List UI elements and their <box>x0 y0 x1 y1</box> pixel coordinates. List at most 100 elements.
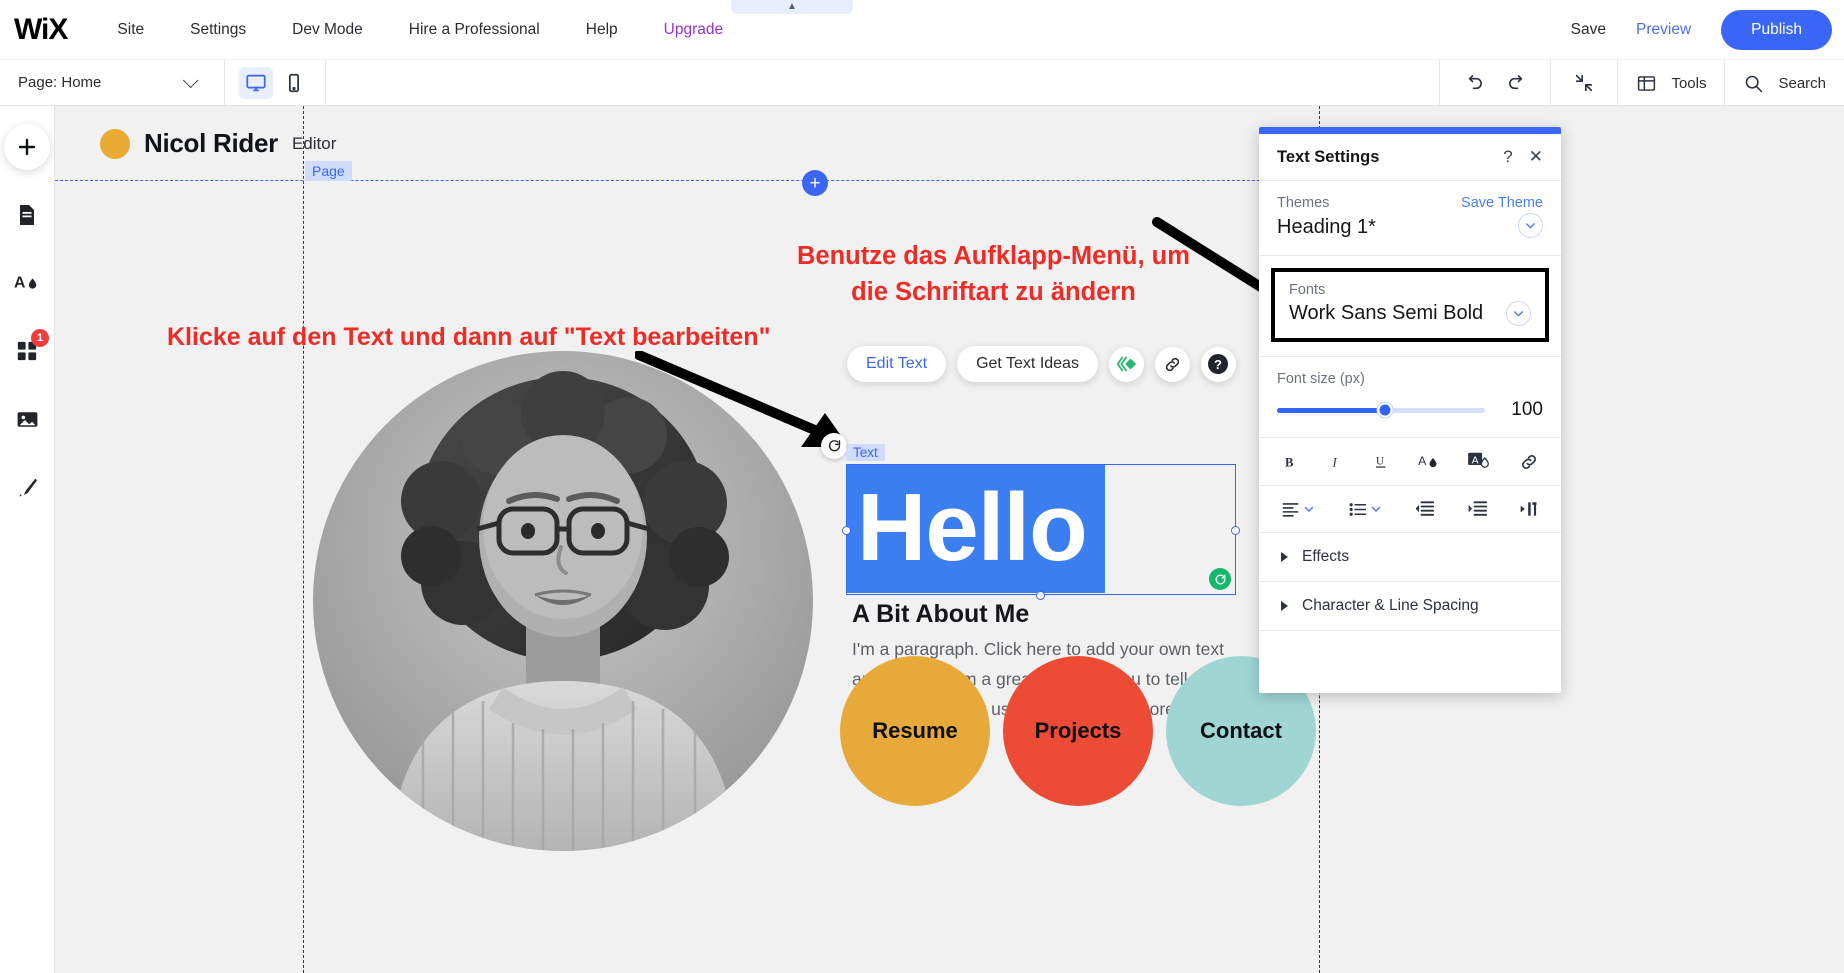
chevron-down-icon <box>1514 311 1523 317</box>
save-theme-button[interactable]: Save Theme <box>1461 195 1543 211</box>
about-heading[interactable]: A Bit About Me <box>852 600 1029 629</box>
help-button[interactable]: ? <box>1200 346 1236 382</box>
effects-accordion[interactable]: Effects <box>1259 533 1561 582</box>
theme-icon: A <box>14 275 37 292</box>
element-action-toolbar: Edit Text Get Text Ideas ? <box>847 346 1236 382</box>
circle-button-resume[interactable]: Resume <box>840 656 990 806</box>
panel-header: Text Settings ? ✕ <box>1259 134 1561 181</box>
svg-text:?: ? <box>1214 357 1222 372</box>
nav-hire-a-professional[interactable]: Hire a Professional <box>409 21 540 39</box>
help-icon: ? <box>1208 354 1229 374</box>
text-direction-button[interactable] <box>1519 499 1539 519</box>
font-size-value[interactable]: 100 <box>1503 399 1543 421</box>
decrease-indent-button[interactable] <box>1414 499 1434 519</box>
save-button[interactable]: Save <box>1571 21 1606 39</box>
text-align-button[interactable] <box>1281 500 1315 519</box>
panel-title: Text Settings <box>1277 147 1380 166</box>
profile-photo[interactable] <box>313 351 813 851</box>
chevron-down-icon <box>1371 506 1380 513</box>
get-text-ideas-button[interactable]: Get Text Ideas <box>957 346 1098 382</box>
hello-heading[interactable]: Hello <box>857 475 1088 581</box>
media-icon <box>17 411 37 427</box>
zoom-out-group[interactable] <box>1550 60 1617 106</box>
font-value-row[interactable]: Work Sans Semi Bold <box>1289 301 1531 326</box>
annotation-right-line1: Benutze das Aufklapp-Menü, um <box>797 242 1190 270</box>
circle-button-resume-label: Resume <box>872 718 958 743</box>
slider-thumb[interactable] <box>1377 402 1393 418</box>
link-button[interactable] <box>1154 346 1190 382</box>
sidebar-item-blog[interactable] <box>4 464 50 510</box>
panel-collapse-handle[interactable]: ▲ <box>731 0 853 14</box>
rotate-icon <box>828 439 840 451</box>
spacing-label: Character & Line Spacing <box>1302 597 1479 614</box>
bold-button[interactable]: B <box>1281 452 1300 471</box>
history-group <box>1439 60 1550 106</box>
text-element-selection[interactable]: Hello <box>842 464 1240 600</box>
view-toggle-group <box>225 66 325 99</box>
tools-button[interactable]: Tools <box>1617 60 1724 106</box>
edit-text-button[interactable]: Edit Text <box>847 346 947 382</box>
text-settings-panel[interactable]: Text Settings ? ✕ Themes Save Theme Head… <box>1259 127 1561 693</box>
text-align-icon <box>1282 502 1299 517</box>
spacing-accordion[interactable]: Character & Line Spacing <box>1259 582 1561 631</box>
desktop-icon <box>246 74 266 91</box>
guide-left <box>303 106 304 973</box>
font-size-slider[interactable] <box>1277 402 1485 418</box>
redo-button[interactable] <box>1502 68 1532 98</box>
text-highlight-button[interactable]: A <box>1467 451 1492 472</box>
editor-canvas[interactable]: Nicol Rider Editor Page + Klicke auf den… <box>55 106 1844 973</box>
text-color-button[interactable]: A <box>1418 451 1441 472</box>
sidebar-item-pages[interactable] <box>4 192 50 238</box>
mobile-view-button[interactable] <box>277 67 311 99</box>
font-dropdown-button[interactable] <box>1506 301 1531 326</box>
underline-button[interactable]: U <box>1372 452 1391 471</box>
italic-button[interactable]: I <box>1327 452 1346 471</box>
bullet-list-button[interactable] <box>1348 500 1382 519</box>
preview-button[interactable]: Preview <box>1636 21 1691 39</box>
effects-label: Effects <box>1302 548 1350 565</box>
left-sidebar: A 1 <box>0 106 55 973</box>
search-button[interactable]: Search <box>1724 60 1844 106</box>
panel-close-button[interactable]: ✕ <box>1529 147 1543 167</box>
insert-link-button[interactable] <box>1519 452 1539 472</box>
chevron-down-icon <box>182 72 199 89</box>
sidebar-item-add-elements[interactable] <box>4 124 50 170</box>
theme-dropdown-button[interactable] <box>1518 212 1543 238</box>
chevron-up-icon: ▲ <box>787 1 797 12</box>
resize-handle-left[interactable] <box>842 526 851 535</box>
brand-dot-icon <box>100 128 130 159</box>
nav-help[interactable]: Help <box>586 21 618 39</box>
circle-button-contact-label: Contact <box>1200 718 1282 743</box>
rotate-handle[interactable] <box>821 433 847 459</box>
zoom-out-button[interactable] <box>1569 68 1599 98</box>
animation-button[interactable] <box>1108 346 1144 382</box>
page-selector[interactable]: Page: Home <box>0 60 224 106</box>
resize-handle-right[interactable] <box>1231 526 1240 535</box>
panel-help-button[interactable]: ? <box>1503 147 1512 167</box>
resize-handle-bottom[interactable] <box>1036 591 1045 600</box>
annotation-right: Benutze das Aufklapp-Menü, um die Schrif… <box>797 238 1190 310</box>
nav-dev-mode[interactable]: Dev Mode <box>292 21 363 39</box>
tools-label: Tools <box>1671 74 1707 92</box>
sidebar-item-site-design[interactable]: A <box>4 260 50 306</box>
chevron-down-icon <box>1304 506 1314 513</box>
nav-settings[interactable]: Settings <box>190 21 246 39</box>
sidebar-item-apps[interactable]: 1 <box>4 328 50 374</box>
undo-button[interactable] <box>1458 68 1488 98</box>
desktop-view-button[interactable] <box>239 66 273 99</box>
svg-text:B: B <box>1285 455 1294 469</box>
page-selector-label: Page: Home <box>18 74 102 91</box>
add-section-button[interactable]: + <box>802 170 828 196</box>
grammar-check-icon[interactable] <box>1209 568 1231 590</box>
nav-upgrade[interactable]: Upgrade <box>664 21 723 39</box>
theme-value-row[interactable]: Heading 1* <box>1277 211 1543 239</box>
sidebar-item-media[interactable] <box>4 396 50 442</box>
nav-site[interactable]: Site <box>117 21 144 39</box>
increase-indent-button[interactable] <box>1467 499 1487 519</box>
top-bar-actions: Save Preview Publish <box>1571 0 1832 60</box>
circle-button-projects[interactable]: Projects <box>1003 656 1153 806</box>
chevron-down-icon <box>1526 222 1535 229</box>
wix-logo[interactable]: WiX <box>14 13 68 47</box>
increase-indent-icon <box>1468 501 1487 516</box>
publish-button[interactable]: Publish <box>1721 10 1832 50</box>
